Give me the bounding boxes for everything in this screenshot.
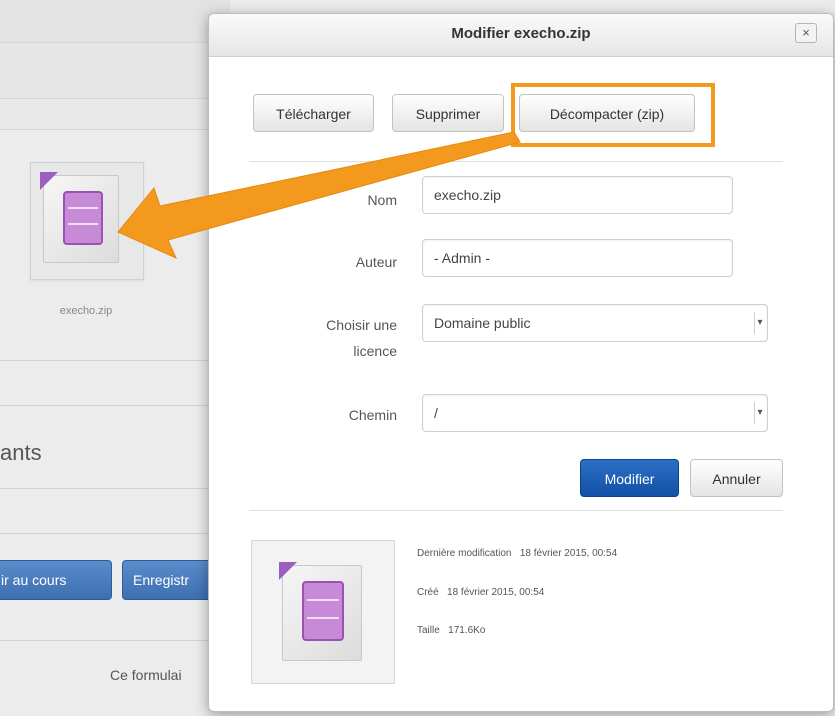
callout-arrow: [117, 131, 521, 259]
callout-arrow-shape: [117, 131, 521, 259]
